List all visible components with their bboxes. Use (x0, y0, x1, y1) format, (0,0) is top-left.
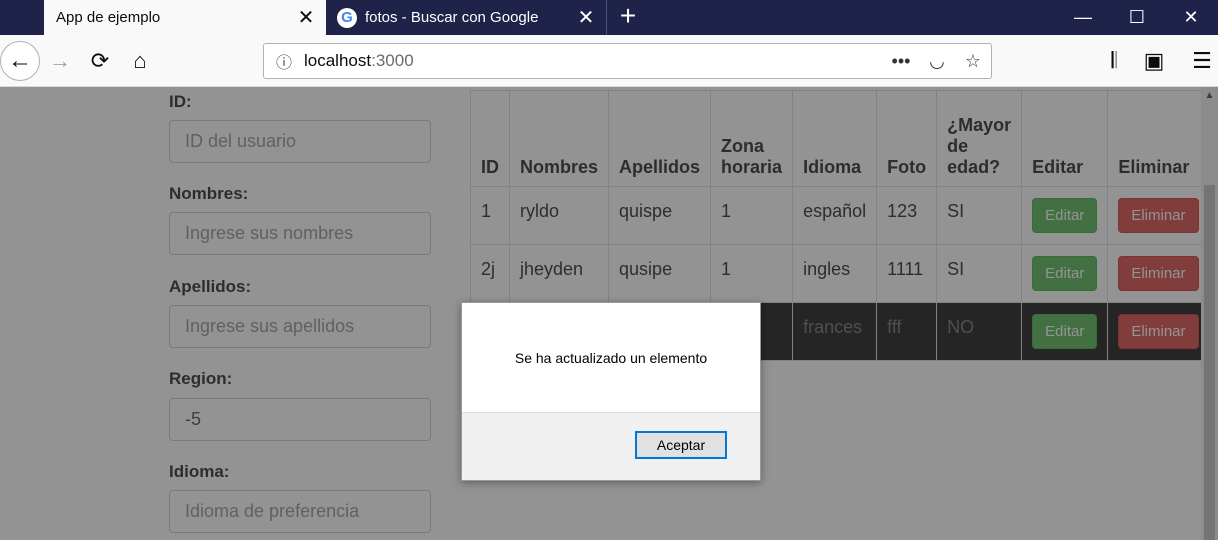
forward-icon[interactable]: → (42, 35, 78, 87)
url-host: localhost (304, 51, 372, 70)
page-content: ID: Nombres: Apellidos: Region: Idioma: … (0, 87, 1218, 540)
new-tab-button[interactable]: + (612, 0, 644, 35)
library-icon[interactable]: 𝄃 (1096, 35, 1132, 87)
accept-button[interactable]: Aceptar (635, 431, 727, 459)
alert-message: Se ha actualizado un elemento (514, 349, 708, 366)
tab-label: App de ejemplo (56, 9, 161, 26)
tab-fotos-google[interactable]: G fotos - Buscar con Google ✕ (327, 0, 607, 35)
close-tab-icon[interactable]: ✕ (286, 5, 326, 30)
tab-app-de-ejemplo[interactable]: App de ejemplo ✕ (44, 0, 326, 35)
navigation-toolbar: ← → ⟳ ⌂ ⓘ localhost:3000 ••• ◡ ☆ 𝄃 ▣ ☰ (0, 35, 1218, 87)
alert-footer: Aceptar (462, 412, 760, 480)
pocket-icon[interactable]: ◡ (919, 51, 955, 72)
back-icon[interactable]: ← (0, 41, 40, 81)
info-icon[interactable]: ⓘ (264, 49, 304, 73)
menu-icon[interactable]: ☰ (1184, 35, 1218, 87)
sidebar-icon[interactable]: ▣ (1136, 35, 1172, 87)
google-favicon-icon: G (337, 7, 357, 28)
home-icon[interactable]: ⌂ (122, 35, 158, 87)
tab-label: fotos - Buscar con Google (365, 9, 539, 26)
minimize-icon[interactable]: — (1056, 0, 1110, 35)
url-bar[interactable]: ⓘ localhost:3000 ••• ◡ ☆ (263, 43, 992, 79)
close-window-icon[interactable]: ✕ (1164, 0, 1218, 35)
page-actions-icon[interactable]: ••• (883, 51, 919, 72)
bookmark-star-icon[interactable]: ☆ (955, 51, 991, 72)
alert-dialog: Se ha actualizado un elemento Aceptar (461, 302, 761, 481)
reload-icon[interactable]: ⟳ (82, 35, 118, 87)
url-port: :3000 (371, 51, 414, 70)
tab-strip: App de ejemplo ✕ G fotos - Buscar con Go… (0, 0, 1218, 35)
close-tab-icon[interactable]: ✕ (566, 5, 606, 30)
maximize-icon[interactable]: ☐ (1110, 0, 1164, 35)
